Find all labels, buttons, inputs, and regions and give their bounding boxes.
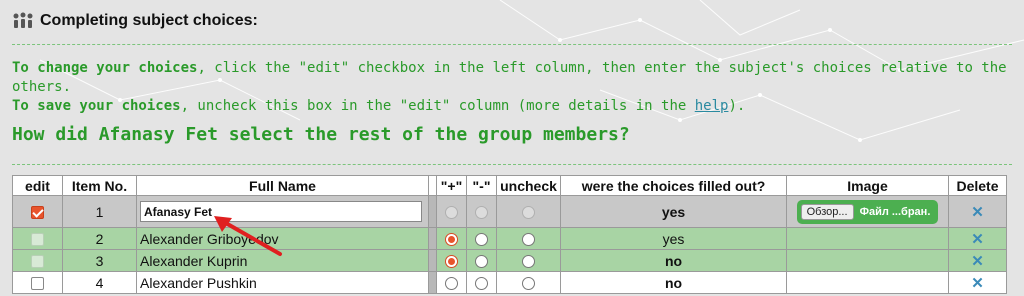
table-row: 1 yes Обзор... Файл ...бран. ✕ xyxy=(12,195,1007,228)
divider xyxy=(12,164,1012,165)
browse-button[interactable]: Обзор... xyxy=(800,203,854,220)
minus-cell xyxy=(466,249,497,272)
uncheck-radio[interactable] xyxy=(522,277,535,291)
delete-icon[interactable]: ✕ xyxy=(971,204,984,221)
item-no-cell: 2 xyxy=(62,227,137,250)
image-cell xyxy=(786,249,949,272)
plus-cell xyxy=(436,271,467,294)
minus-cell xyxy=(466,195,497,228)
column-gap xyxy=(428,175,437,196)
edit-checkbox[interactable] xyxy=(31,206,44,220)
uncheck-cell xyxy=(496,227,561,250)
plus-radio xyxy=(445,206,458,220)
page-title: Completing subject choices: xyxy=(40,12,258,29)
filled-cell: yes xyxy=(560,227,787,250)
edit-checkbox[interactable] xyxy=(31,255,44,269)
col-filled: were the choices filled out? xyxy=(560,175,787,196)
col-minus: "-" xyxy=(466,175,497,196)
save-instruction-text: , uncheck this box in the "edit" column … xyxy=(180,98,695,114)
image-cell xyxy=(786,227,949,250)
choices-table: edit Item No. Full Name "+" "-" uncheck … xyxy=(12,175,1007,294)
delete-cell: ✕ xyxy=(948,249,1007,272)
uncheck-cell xyxy=(496,271,561,294)
edit-checkbox[interactable] xyxy=(31,277,44,291)
delete-cell: ✕ xyxy=(948,227,1007,250)
delete-cell: ✕ xyxy=(948,271,1007,294)
image-cell: Обзор... Файл ...бран. xyxy=(786,195,949,228)
help-link[interactable]: help xyxy=(695,98,729,114)
plus-cell xyxy=(436,227,467,250)
uncheck-cell xyxy=(496,195,561,228)
save-instruction-bold: To save your choices xyxy=(12,98,181,114)
col-plus: "+" xyxy=(436,175,467,196)
col-image: Image xyxy=(786,175,949,196)
delete-cell: ✕ xyxy=(948,195,1007,228)
column-gap xyxy=(428,249,437,272)
delete-icon[interactable]: ✕ xyxy=(971,253,984,270)
uncheck-cell xyxy=(496,249,561,272)
minus-radio xyxy=(475,206,488,220)
uncheck-radio[interactable] xyxy=(522,255,535,269)
filled-cell: no xyxy=(560,249,787,272)
table-row: 4 Alexander Pushkin no ✕ xyxy=(12,271,1007,294)
file-status-label: Файл ...бран. xyxy=(859,205,931,218)
col-delete: Delete xyxy=(948,175,1007,196)
red-arrow-annotation xyxy=(214,216,282,256)
minus-radio[interactable] xyxy=(475,233,488,247)
column-gap xyxy=(428,271,437,294)
table-row: 2 Alexander Griboyedov yes ✕ xyxy=(12,227,1007,250)
edit-cell xyxy=(12,195,63,228)
item-no-cell: 1 xyxy=(62,195,137,228)
column-gap xyxy=(428,195,437,228)
minus-cell xyxy=(466,271,497,294)
col-edit: edit xyxy=(12,175,63,196)
file-upload[interactable]: Обзор... Файл ...бран. xyxy=(796,199,939,224)
edit-cell xyxy=(12,271,63,294)
table-header-row: edit Item No. Full Name "+" "-" uncheck … xyxy=(12,175,1007,196)
col-full-name: Full Name xyxy=(136,175,429,196)
group-people-icon xyxy=(13,12,33,28)
edit-cell xyxy=(12,227,63,250)
plus-radio[interactable] xyxy=(445,277,458,291)
minus-cell xyxy=(466,227,497,250)
uncheck-radio xyxy=(522,206,535,220)
delete-icon[interactable]: ✕ xyxy=(971,275,984,292)
col-item-no: Item No. xyxy=(62,175,137,196)
instructions: To change your choices, click the "edit"… xyxy=(12,59,1012,116)
question-heading: How did Afanasy Fet select the rest of t… xyxy=(12,124,630,145)
plus-cell xyxy=(436,249,467,272)
item-no-cell: 3 xyxy=(62,249,137,272)
change-instruction-bold: To change your choices xyxy=(12,60,198,76)
edit-checkbox[interactable] xyxy=(31,233,44,247)
filled-cell: yes xyxy=(560,195,787,228)
uncheck-radio[interactable] xyxy=(522,233,535,247)
plus-cell xyxy=(436,195,467,228)
save-instruction-end: ). xyxy=(728,98,746,114)
edit-cell xyxy=(12,249,63,272)
plus-radio[interactable] xyxy=(445,255,458,269)
full-name-cell: Alexander Pushkin xyxy=(136,271,429,294)
page-header: Completing subject choices: xyxy=(12,10,258,32)
column-gap xyxy=(428,227,437,250)
image-cell xyxy=(786,271,949,294)
col-uncheck: uncheck xyxy=(496,175,561,196)
minus-radio[interactable] xyxy=(475,255,488,269)
minus-radio[interactable] xyxy=(475,277,488,291)
table-row: 3 Alexander Kuprin no ✕ xyxy=(12,249,1007,272)
item-no-cell: 4 xyxy=(62,271,137,294)
divider xyxy=(12,44,1012,45)
delete-icon[interactable]: ✕ xyxy=(971,231,984,248)
plus-radio[interactable] xyxy=(445,233,458,247)
filled-cell: no xyxy=(560,271,787,294)
